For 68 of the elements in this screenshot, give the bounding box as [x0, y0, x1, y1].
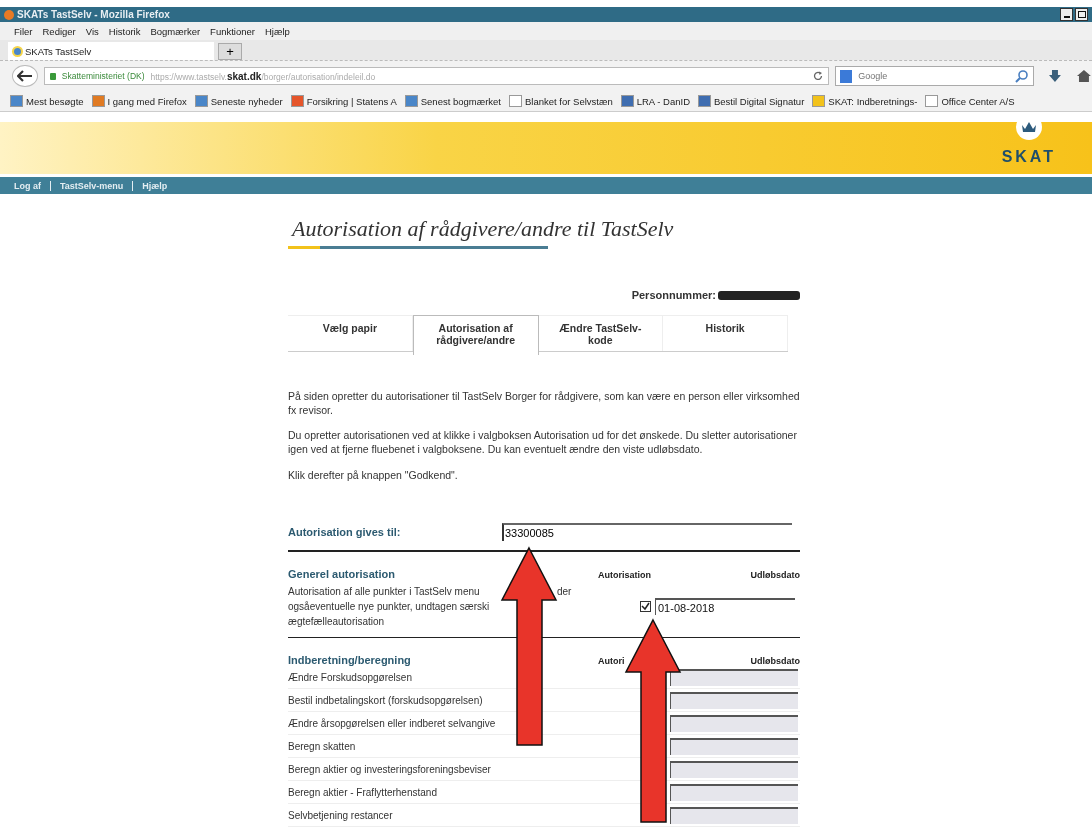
bookmark-item[interactable]: I gang med Firefox — [91, 95, 187, 107]
section-heading: Generel autorisation — [288, 568, 396, 581]
nav-link[interactable]: TastSelv-menu — [50, 180, 133, 191]
bookmark-page-icon — [509, 95, 522, 107]
bookmark-item[interactable]: LRA - DanID — [620, 95, 690, 107]
personnummer-label: Personnummer: — [631, 289, 716, 301]
bookmark-item[interactable]: Seneste nyheder — [194, 95, 283, 107]
column-header: Autorisation — [598, 570, 651, 581]
home-icon[interactable] — [1076, 69, 1092, 83]
column-header: Udløbsdato — [750, 656, 800, 667]
bookmark-item[interactable]: SKAT: Indberetnings- — [812, 95, 918, 107]
bookmark-item[interactable]: Forsikring | Statens A — [290, 95, 397, 107]
bookmark-item[interactable]: Senest bogmærket — [404, 95, 501, 107]
bookmark-item[interactable]: Bestil Digital Signatur — [698, 95, 805, 107]
restore-button[interactable] — [1075, 8, 1088, 21]
input-field[interactable]: 33300085 — [502, 523, 792, 542]
row-label: Beregn aktier - Fraflytterhenstand — [288, 786, 438, 798]
page-title: Autorisation af rådgivere/andre til TastSelv — [292, 216, 675, 242]
search-icon[interactable] — [1015, 69, 1030, 83]
section-heading: Indberetning/beregning — [288, 654, 412, 667]
nav-link[interactable]: Log af — [14, 180, 50, 191]
row-label: Beregn skatten — [288, 740, 357, 752]
search-bar[interactable]: Google — [835, 66, 1035, 86]
new-tab-button[interactable]: + — [218, 43, 242, 60]
description-text: Autorisation af alle punkter i TastSelv menu — [288, 586, 481, 598]
skat-logo: SKAT — [1001, 148, 1056, 166]
bookmark-item[interactable]: Blanket for Selvstæn — [509, 95, 613, 107]
menu-item[interactable]: Vis — [85, 25, 99, 37]
row-label: Selvbetjening restancer — [288, 809, 394, 821]
field-label: Autorisation gives til: — [288, 526, 402, 539]
row-label: Ændre årsopgørelsen eller indberet selvangive — [288, 717, 497, 729]
menu-item[interactable]: Hjælp — [265, 25, 290, 37]
reload-icon[interactable] — [813, 71, 824, 81]
address-bar[interactable]: Skatteministeriet (DK) https://www.tastselv.skat.dk/borger/autorisation/indeleil.do — [43, 67, 830, 85]
menu-item[interactable]: Bogmærker — [150, 25, 201, 37]
lock-icon — [49, 72, 56, 80]
row-label: Beregn aktier og investeringsforeningsbeviser — [288, 763, 492, 775]
menu-item[interactable]: Rediger — [42, 25, 76, 37]
back-button[interactable] — [12, 65, 38, 87]
page-tab[interactable]: Historik — [663, 315, 788, 351]
window-title: SKATs TastSelv - Mozilla Firefox — [17, 9, 170, 20]
column-header: Udløbsdato — [750, 570, 800, 581]
page-tab[interactable]: Ændre TastSelv-kode — [538, 315, 664, 351]
browser-tab[interactable]: SKATs TastSelv — [8, 42, 214, 60]
bookmark-item[interactable]: Office Center A/S — [925, 95, 1015, 107]
info-paragraph: Klik derefter på knappen "Godkend". — [288, 468, 459, 483]
back-arrow-icon — [16, 70, 33, 82]
info-paragraph: På siden opretter du autorisationer til TastSelv Borger for rådgivere, som kan være en person eller virksomhed fx revisor. — [288, 390, 800, 418]
menu-item[interactable]: Funktioner — [210, 25, 255, 37]
page-tab[interactable]: Vælg papir — [288, 315, 413, 351]
checkbox[interactable] — [640, 601, 651, 613]
download-icon[interactable] — [1048, 69, 1063, 83]
description-text: ægtefælleautorisation — [288, 616, 386, 628]
bookmark-page-icon — [925, 95, 939, 107]
menu-item[interactable]: Filer — [14, 25, 33, 37]
minimize-button[interactable] — [1060, 8, 1073, 21]
page-tab[interactable]: Autorisation af rådgivere/andre — [412, 315, 539, 355]
search-engine-icon — [840, 69, 853, 83]
row-label: Ændre Forskudsopgørelsen — [288, 671, 413, 683]
date-field[interactable]: 01-08-2018 — [655, 598, 795, 616]
bookmark-item[interactable]: Mest besøgte — [10, 95, 84, 107]
description-text: der — [557, 586, 573, 598]
column-header: Autori — [598, 656, 625, 667]
nav-link[interactable]: Hjælp — [132, 180, 177, 191]
info-paragraph: Du opretter autorisationen ved at klikke i valgboksen Autorisation ud for det ønskede. Du sletter autorisationer igen ved at fjerne fluebenet i valgboksene. Du kan eventuelt ændre den viste udløbsdato. — [288, 429, 798, 457]
row-label: Bestil indbetalingskort (forskudsopgørelsen) — [288, 694, 484, 706]
description-text: ogsåeventuelle nye punkter, undtagen særski — [288, 601, 491, 613]
menu-item[interactable]: Historik — [108, 25, 141, 37]
